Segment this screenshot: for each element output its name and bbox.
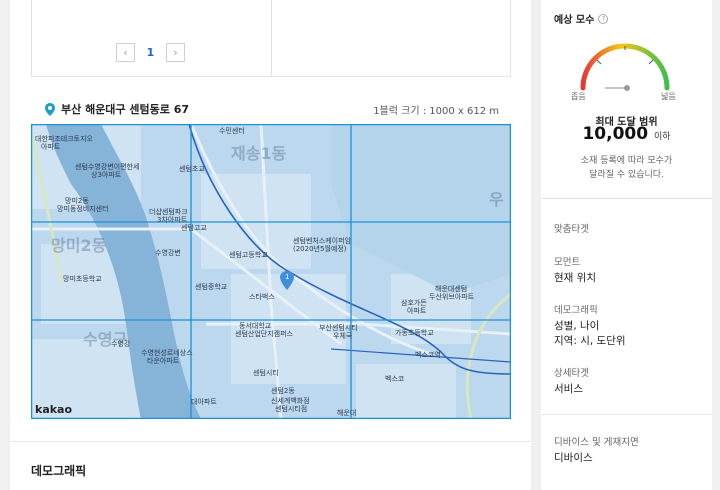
prev-page-button[interactable]: ‹: [116, 43, 135, 62]
section-divider: [10, 441, 531, 442]
map-label: 아파트: [407, 307, 427, 315]
pagination: ‹ 1 ›: [116, 43, 185, 62]
block-size: 1블럭 크기 : 1000 x 612 m: [373, 105, 499, 117]
map-label: 아파트: [41, 143, 61, 151]
detail-target-value: 서비스: [554, 383, 583, 395]
map-label: 상3아파트: [91, 171, 122, 179]
map-label: 가동초등학교: [395, 329, 434, 337]
map-label: 수영강: [111, 340, 131, 348]
reach-unit: 이하: [653, 132, 671, 142]
map-label: 벡스코역: [415, 351, 441, 359]
map-label: 재송1동: [231, 144, 287, 163]
estimate-title-text: 예상 모수: [554, 15, 595, 26]
device-group: 디바이스 및 게재지면 디바이스: [554, 434, 639, 466]
reach-number: 10,000: [582, 124, 649, 144]
map-label: 스타벅스: [249, 293, 275, 301]
device-label: 디바이스 및 게재지면: [554, 437, 639, 448]
map-label: 수영강변: [155, 249, 181, 257]
next-page-button[interactable]: ›: [166, 43, 185, 62]
detail-target-label: 상세타겟: [554, 368, 589, 379]
map-label: 망미초등학교: [63, 275, 102, 283]
device-value: 디바이스: [554, 452, 593, 464]
map-label: 망미2동: [51, 236, 107, 255]
reach-note: 소재 등록에 따라 모수가 달라질 수 있습니다.: [541, 154, 712, 182]
map-label: 해운대: [337, 409, 357, 417]
estimate-title: 예상 모수 ?: [554, 11, 609, 26]
reach-note-line: 달라질 수 있습니다.: [589, 170, 664, 180]
previous-panel: ‹ 1 ›: [31, 0, 511, 77]
demographic-group: 데모그래픽 성별, 나이 지역: 시, 도단위: [554, 302, 626, 349]
map-provider-logo: kakao: [35, 403, 73, 416]
reach-note-line: 소재 등록에 따라 모수가: [580, 156, 673, 166]
location-bar: 부산 해운대구 센텀동로 67 1블럭 크기 : 1000 x 612 m: [31, 96, 511, 122]
detail-target-group: 상세타겟 서비스: [554, 365, 589, 397]
demographic-label: 데모그래픽: [554, 305, 598, 316]
left-panel: ‹ 1 › 부산 해운대구 센텀동로 67 1블럭 크기 : 1000 x 61…: [10, 0, 531, 490]
moment-value: 현재 위치: [554, 272, 596, 284]
estimate-panel: 예상 모수 ? 좁음 넓음 최대 도달 범위 10,000 이하 소재 등록에 …: [541, 0, 712, 490]
map-label: 센텀2동: [271, 387, 295, 395]
demographic-value: 지역: 시, 도단위: [554, 335, 626, 347]
map-label: 타운아파트: [147, 357, 180, 365]
gauge-wide-label: 넓음: [661, 92, 676, 101]
map-label: 우체국: [333, 332, 353, 340]
map-label: 대아파트: [191, 398, 217, 406]
moment-label: 모먼트: [554, 257, 581, 268]
moment-group: 모먼트 현재 위치: [554, 254, 596, 286]
map-label: 센텀산업단지캠퍼스: [235, 330, 293, 338]
panel-divider: [271, 0, 272, 76]
reach-value: 10,000 이하: [541, 124, 712, 144]
map-label: 벡스코: [385, 375, 405, 383]
chevron-right-icon: ›: [173, 46, 178, 59]
map-label: 수민센터: [219, 127, 245, 135]
location-pin-icon: [45, 102, 55, 116]
gauge-narrow-label: 좁음: [571, 92, 586, 101]
map-label: 센텀고등학교: [229, 251, 268, 259]
targeting-heading: 맞춤타겟: [554, 221, 589, 235]
map-label: 센텀초교: [179, 165, 205, 173]
demographic-value: 성별, 나이: [554, 320, 600, 332]
location-address: 부산 해운대구 센텀동로 67: [61, 103, 189, 116]
map-label: 센텀시티점: [275, 405, 308, 413]
help-icon[interactable]: ?: [598, 13, 609, 24]
map-label: 센텀시티: [253, 369, 279, 377]
current-page[interactable]: 1: [135, 46, 166, 59]
reach-gauge: [580, 43, 670, 91]
map-marker-number[interactable]: 1: [285, 273, 289, 281]
estimate-summary: 예상 모수 ? 좁음 넓음 최대 도달 범위 10,000 이하 소재 등록에 …: [541, 0, 712, 199]
chevron-left-icon: ‹: [123, 46, 128, 59]
map-label: 센텀중학교: [195, 283, 228, 291]
map-label: 두산위브아파트: [429, 293, 475, 301]
map-label: (2020년5월예정): [293, 245, 347, 253]
map-label: 센텀고교: [181, 224, 207, 232]
panel-divider: [541, 414, 712, 415]
map-view[interactable]: 재송1동 망미2동 수영구 우 수민센터 대한피조테크토지오 아파트 센텀수영강…: [31, 124, 511, 419]
map-label: 망미동정비지센터: [57, 205, 109, 213]
targeting-heading-text: 맞춤타겟: [554, 224, 589, 235]
map-label: 우: [489, 190, 504, 209]
demographic-section-title: 데모그래픽: [31, 464, 87, 478]
